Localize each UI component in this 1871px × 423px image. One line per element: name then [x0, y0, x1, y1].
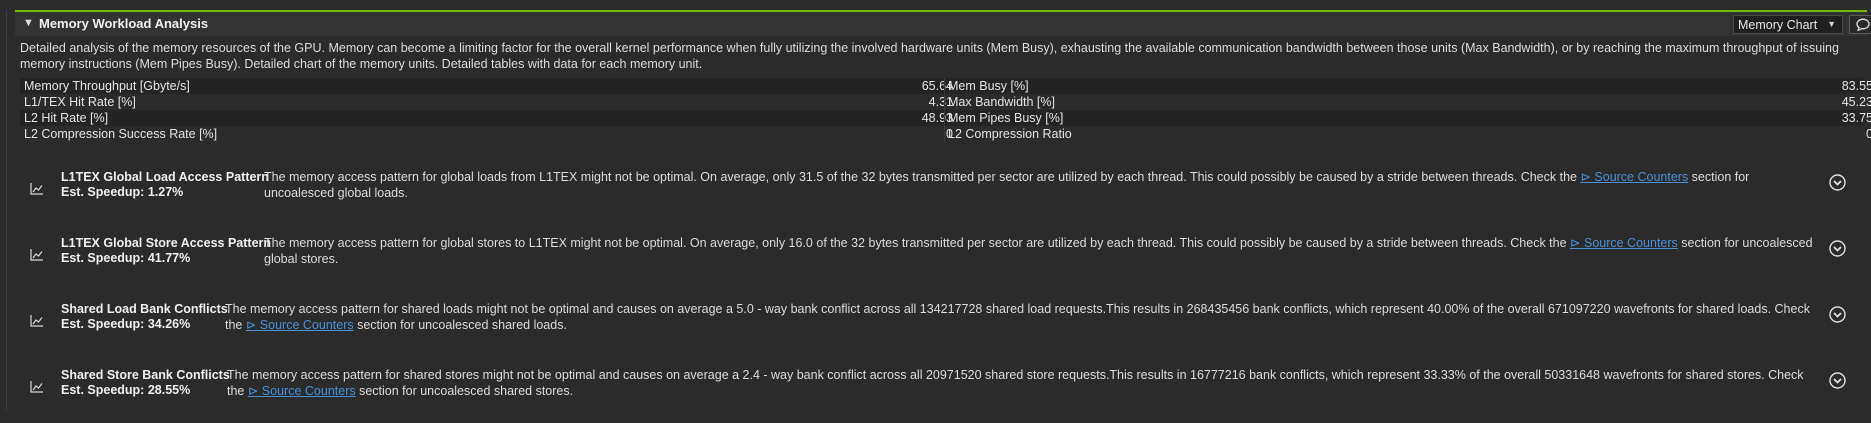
recommendation-shared-load: Shared Load Bank Conflicts Est. Speedup:…: [20, 301, 1863, 357]
recommendation-global-load: L1TEX Global Load Access Pattern Est. Sp…: [20, 169, 1863, 225]
est-speedup: Est. Speedup: 1.27%: [61, 185, 184, 199]
comment-button[interactable]: [1849, 15, 1871, 34]
recommendation-body: The memory access pattern for global sto…: [264, 236, 1814, 267]
chart-select-dropdown[interactable]: Memory Chart ▼: [1733, 15, 1843, 34]
rule-name: L1TEX Global Load Access Pattern: [61, 170, 269, 184]
metrics-row: L1/TEX Hit Rate [%] 4.31 Max Bandwidth […: [20, 94, 1871, 110]
recommendation-body: The memory access pattern for shared sto…: [227, 368, 1817, 399]
collapse-arrow-icon[interactable]: ▼: [23, 17, 34, 29]
source-counters-link[interactable]: ⊳ Source Counters: [1580, 170, 1688, 184]
metric-value: 0: [1866, 127, 1871, 141]
speech-bubble-icon: [1856, 18, 1870, 31]
metrics-row: L2 Compression Success Rate [%] 0 L2 Com…: [20, 126, 1871, 142]
chart-line-icon: [30, 183, 43, 195]
column-divider: [944, 94, 945, 110]
source-counters-link[interactable]: ⊳ Source Counters: [246, 318, 354, 332]
metric-value: 65.64: [921, 79, 953, 93]
metric-value: 83.55: [1841, 79, 1871, 93]
metric-value: 33.75: [1841, 111, 1871, 125]
expand-chevron-icon[interactable]: [1828, 173, 1847, 192]
body-text: The memory access pattern for global loa…: [264, 170, 1581, 184]
section-title: Memory Workload Analysis: [39, 16, 209, 31]
recommendation-body: The memory access pattern for shared loa…: [225, 302, 1815, 333]
section-border: [6, 10, 7, 410]
chart-line-icon: [30, 381, 43, 393]
recommendation-shared-store: Shared Store Bank Conflicts Est. Speedup…: [20, 367, 1863, 423]
metric-label: L2 Hit Rate [%]: [24, 111, 109, 125]
body-text: section for uncoalesced shared loads.: [353, 317, 567, 332]
section-header[interactable]: ▼ Memory Workload Analysis Memory Chart …: [15, 10, 1871, 36]
source-counters-link[interactable]: ⊳ Source Counters: [248, 384, 356, 398]
expand-chevron-icon[interactable]: [1828, 305, 1847, 324]
chart-select-value: Memory Chart: [1738, 18, 1818, 32]
metrics-row: L2 Hit Rate [%] 48.93 Mem Pipes Busy [%]…: [20, 110, 1871, 126]
est-speedup: Est. Speedup: 28.55%: [61, 383, 191, 397]
chevron-down-icon: ▼: [1827, 19, 1836, 29]
est-speedup: Est. Speedup: 41.77%: [61, 251, 191, 265]
rule-name: L1TEX Global Store Access Pattern: [61, 236, 272, 250]
metric-label: Mem Busy [%]: [948, 79, 1029, 93]
recommendation-title: L1TEX Global Store Access Pattern Est. S…: [61, 236, 271, 266]
recommendation-title: Shared Load Bank Conflicts Est. Speedup:…: [61, 302, 228, 332]
column-divider: [944, 110, 945, 126]
recommendation-global-store: L1TEX Global Store Access Pattern Est. S…: [20, 235, 1863, 291]
expand-chevron-icon[interactable]: [1828, 371, 1847, 390]
metrics-row: Memory Throughput [Gbyte/s] 65.64 Mem Bu…: [20, 78, 1871, 94]
metric-label: Memory Throughput [Gbyte/s]: [24, 79, 190, 93]
metric-label: L2 Compression Success Rate [%]: [24, 127, 218, 141]
column-divider: [944, 126, 945, 142]
section-description: Detailed analysis of the memory resource…: [20, 41, 1839, 71]
metric-value: 48.93: [921, 111, 953, 125]
memory-workload-section: ▼ Memory Workload Analysis Memory Chart …: [0, 0, 1871, 410]
source-counters-link[interactable]: ⊳ Source Counters: [1570, 236, 1678, 250]
recommendation-title: L1TEX Global Load Access Pattern Est. Sp…: [61, 170, 269, 200]
body-text: The memory access pattern for global sto…: [264, 236, 1571, 250]
chart-line-icon: [30, 249, 43, 261]
est-speedup: Est. Speedup: 34.26%: [61, 317, 191, 331]
recommendation-title: Shared Store Bank Conflicts Est. Speedup…: [61, 368, 230, 398]
metrics-table: Memory Throughput [Gbyte/s] 65.64 Mem Bu…: [20, 78, 1871, 142]
metric-value: 45.23: [1841, 95, 1871, 109]
metric-label: L2 Compression Ratio: [948, 127, 1072, 141]
body-text: section for uncoalesced shared stores.: [355, 383, 574, 398]
recommendation-body: The memory access pattern for global loa…: [264, 170, 1814, 201]
rule-name: Shared Load Bank Conflicts: [61, 302, 228, 316]
metric-value: 4.31: [928, 95, 953, 109]
column-divider: [944, 78, 945, 94]
metric-label: Mem Pipes Busy [%]: [948, 111, 1064, 125]
metric-label: L1/TEX Hit Rate [%]: [24, 95, 136, 109]
expand-chevron-icon[interactable]: [1828, 239, 1847, 258]
metric-value: 0: [946, 127, 953, 141]
rule-name: Shared Store Bank Conflicts: [61, 368, 230, 382]
metric-label: Max Bandwidth [%]: [948, 95, 1055, 109]
chart-line-icon: [30, 315, 43, 327]
